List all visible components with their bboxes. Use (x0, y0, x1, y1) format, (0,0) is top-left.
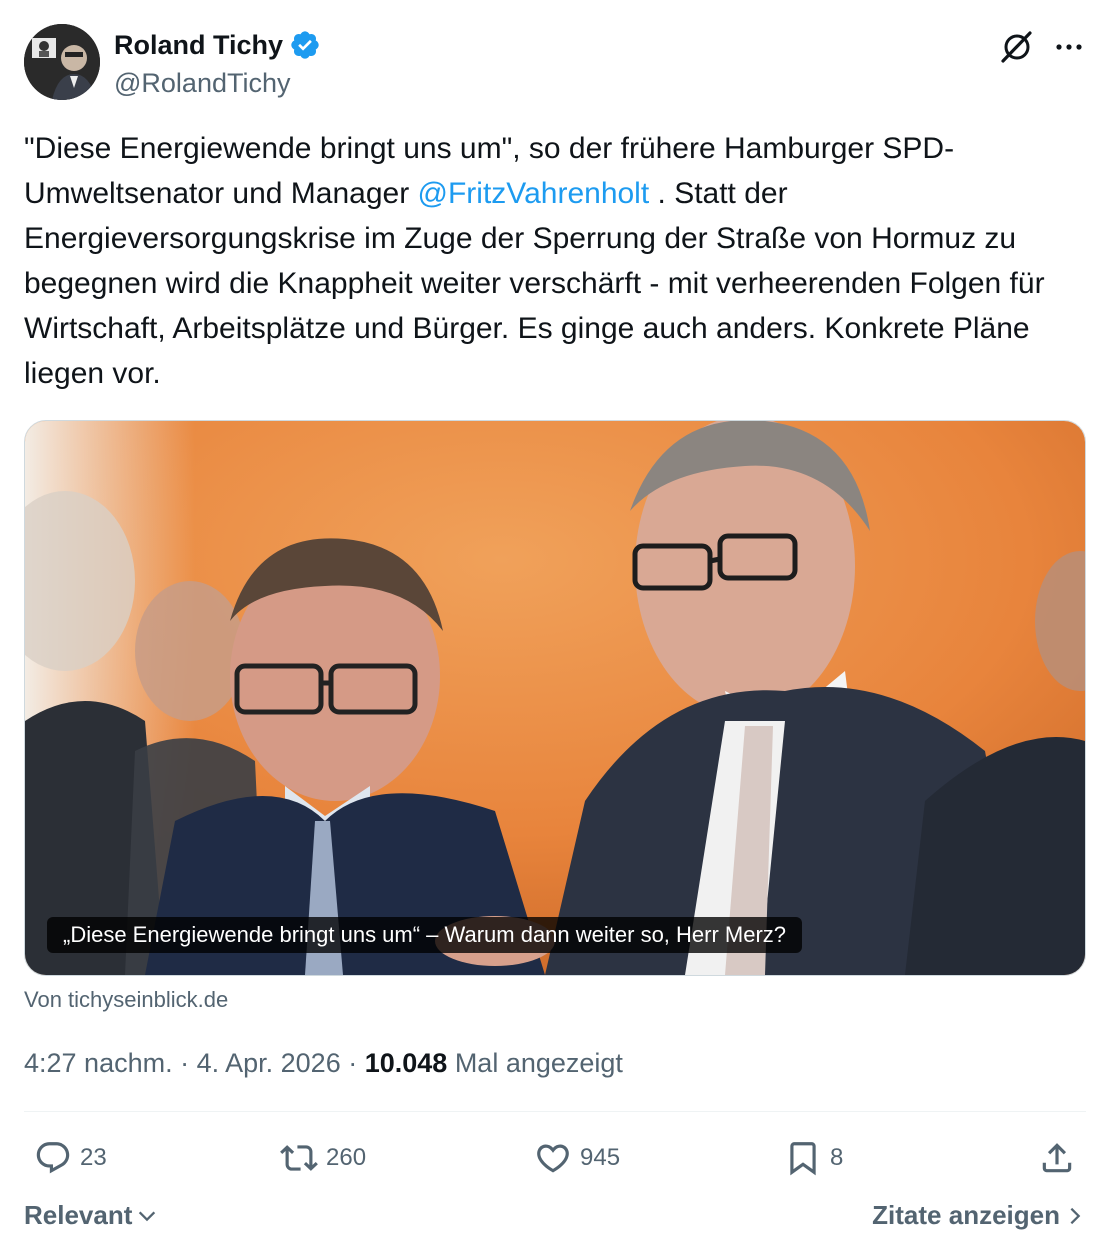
heart-icon (537, 1144, 569, 1173)
chevron-down-icon (139, 1211, 156, 1221)
meta-separator: · (172, 1048, 197, 1078)
mention-link[interactable]: @FritzVahrenholt (418, 177, 650, 210)
tweet-text: "Diese Energiewende bringt uns um", so d… (24, 126, 1086, 396)
tweet-time[interactable]: 4:27 nachm. (24, 1048, 173, 1078)
like-button[interactable]: 945 (534, 1136, 620, 1180)
verified-badge-icon[interactable] (289, 29, 321, 61)
sort-label: Relevant (24, 1200, 133, 1230)
author-handle[interactable]: @RolandTichy (114, 66, 290, 100)
more-icon[interactable] (1052, 30, 1086, 64)
card-source[interactable]: Von tichyseinblick.de (24, 986, 228, 1014)
card-image (25, 421, 1085, 975)
reply-icon (36, 1142, 70, 1174)
quotes-label: Zitate anzeigen (872, 1200, 1060, 1230)
quotes-link[interactable]: Zitate anzeigen (872, 1200, 1086, 1231)
chevron-right-icon (1070, 1207, 1081, 1224)
repost-count: 260 (326, 1144, 367, 1171)
reply-count: 23 (80, 1144, 107, 1171)
tweet: Roland Tichy @RolandTichy "Diese Energie… (24, 0, 1086, 1248)
tweet-date[interactable]: 4. Apr. 2026 (197, 1048, 341, 1078)
author-name[interactable]: Roland Tichy (114, 28, 283, 62)
bookmark-button[interactable]: 8 (784, 1136, 843, 1180)
share-icon (1042, 1143, 1072, 1173)
card-caption: „Diese Energiewende bringt uns um“ – War… (47, 917, 803, 953)
tweet-meta: 4:27 nachm. · 4. Apr. 2026 · 10.048 Mal … (24, 1045, 623, 1081)
avatar-image (24, 24, 100, 100)
share-button[interactable] (1038, 1136, 1076, 1180)
divider (24, 1111, 1086, 1112)
views-count: 10.048 (364, 1048, 448, 1078)
bookmark-count: 8 (830, 1144, 844, 1171)
reply-button[interactable]: 23 (34, 1136, 107, 1180)
author-name-row[interactable]: Roland Tichy (114, 28, 321, 62)
like-count: 945 (580, 1144, 621, 1171)
link-card[interactable]: „Diese Energiewende bringt uns um“ – War… (24, 420, 1086, 976)
sort-dropdown[interactable]: Relevant (24, 1200, 158, 1231)
views-label: Mal angezeigt (447, 1048, 623, 1078)
bookmark-icon (790, 1142, 816, 1176)
repost-button[interactable]: 260 (280, 1136, 366, 1180)
avatar[interactable] (24, 24, 100, 100)
meta-separator: · (340, 1048, 365, 1078)
grok-icon[interactable] (998, 28, 1036, 66)
repost-icon (280, 1145, 318, 1171)
